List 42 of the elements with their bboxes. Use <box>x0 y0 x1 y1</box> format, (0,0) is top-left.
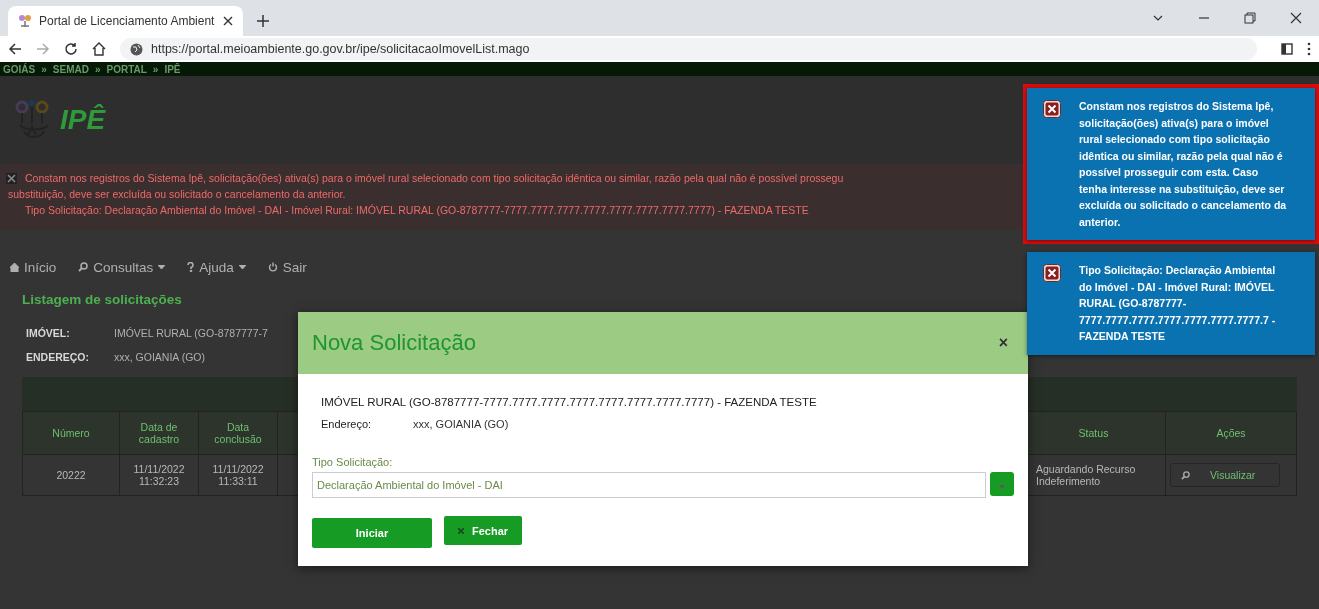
nav-menu-item[interactable]: Sair <box>267 254 307 280</box>
notification-message: Constam nos registros do Sistema Ipê, solicitação(ões) ativa(s) para o imóvel rural selecionado com tipo solicitação idêntica ou similar, razão pela qual não é possível prosseguir com esta. Caso tenha interesse na substituição, deve ser excluída ou solicitado o cancelamento da anterior. <box>1079 99 1288 230</box>
page-title: Listagem de solicitações <box>22 292 182 307</box>
nav-menu-item[interactable]: Ajuda <box>187 254 246 280</box>
tab-title: Portal de Licenciamento Ambient <box>39 14 216 28</box>
breadcrumb-link[interactable]: IPÊ <box>164 63 181 75</box>
column-header: Data de cadastro <box>119 411 199 455</box>
error-message: substituição, deve ser excluída ou solicitado o cancelamento da anterior. <box>7 187 346 202</box>
nav-menu-item[interactable]: Consultas <box>78 254 166 280</box>
breadcrumb-link[interactable]: SEMAD <box>52 63 89 75</box>
field-value: xxx, GOIANIA (GO) <box>413 418 509 430</box>
nav-menu-item[interactable]: Início <box>10 254 57 280</box>
property-name: IMÓVEL RURAL (GO-8787777-7777.7777.7777.7777.7777.7777.7777.7777) - FAZENDA TESTE <box>320 396 818 408</box>
select-field[interactable]: Declaração Ambiental do Imóvel - DAI <box>312 472 986 498</box>
view-button[interactable]: Visualizar <box>1170 463 1280 487</box>
breadcrumb-separator: » <box>152 63 159 75</box>
field-label: Tipo Solicitação: <box>312 456 394 468</box>
table-cell: 20222 <box>22 454 120 496</box>
address-bar[interactable]: https://portal.meioambiente.go.gov.br/ipe/solicitacaoImovelList.mago <box>120 38 1257 60</box>
field-value: IMÓVEL RURAL (GO-8787777-7 <box>114 327 268 339</box>
field-label: Endereço: <box>321 418 373 430</box>
error-message: Tipo Solicitação: Declaração Ambiental do Imóvel - DAI - Imóvel Rural: IMÓVEL RURAL (GO-8787777-7777.7777.7777.7777.7777.7777.7777.7777) - FAZENDA TESTE <box>24 203 809 218</box>
field-label: ENDEREÇO: <box>26 351 90 363</box>
breadcrumb-separator: » <box>94 63 101 75</box>
close-button[interactable]: × <box>992 333 1014 353</box>
browser-tab[interactable]: Portal de Licenciamento Ambient <box>8 6 243 36</box>
error-message: Constam nos registros do Sistema Ipê, solicitação(ões) ativa(s) para o imóvel rural selecionado com tipo solicitação idêntica ou similar, razão pela qual não é possível prossegu <box>25 171 844 186</box>
table-cell: 11/11/2022 11:32:23 <box>119 454 199 496</box>
modal-title: Nova Solicitação <box>312 330 476 356</box>
breadcrumb-link[interactable]: PORTAL <box>106 63 147 75</box>
field-value: xxx, GOIANIA (GO) <box>114 351 206 363</box>
column-header: Data conclusão <box>198 411 278 455</box>
close-button[interactable]: Fechar <box>444 516 523 545</box>
breadcrumb-separator: » <box>41 63 47 75</box>
logo-text: IPÊ <box>60 104 106 136</box>
notification-message: Tipo Solicitação: Declaração Ambiental do Imóvel - DAI - Imóvel Rural: IMÓVEL RURAL (GO-8787777-7777.7777.7777.7777.7777.7777.7777.7 - FAZENDA TESTE <box>1079 263 1277 344</box>
field-label: IMÓVEL: <box>26 327 71 339</box>
table-cell: 11/11/2022 11:33:11 <box>198 454 278 496</box>
start-button[interactable]: Iniciar <box>312 518 432 548</box>
column-header: Número <box>22 411 120 455</box>
breadcrumb-link[interactable]: GOIÁS <box>3 63 36 75</box>
column-header: Ações <box>1165 411 1297 455</box>
